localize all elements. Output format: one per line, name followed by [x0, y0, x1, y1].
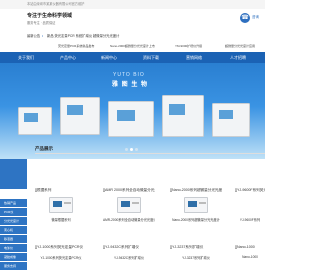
section-divider	[35, 153, 265, 154]
product-card[interactable]: []YJ-9432C系列扩增仪 YJ-9432C系列扩增仪	[103, 245, 155, 260]
product-name[interactable]: Nano-1000	[235, 255, 265, 259]
product-card[interactable]: []YJ-3237系列扩增仪 YJ-3237系列扩增仪	[170, 245, 222, 260]
banner-dot[interactable]	[125, 148, 128, 151]
product-card[interactable]: []YJ-9600F系列荧光定量PCR仪 YJ-9600F系列	[235, 188, 265, 222]
sidebar-item[interactable]: 移液器	[0, 235, 27, 244]
ticker-text[interactable]: 新品 荧光定量PCR 系统扩增仪 超微量分光光度计	[47, 31, 119, 41]
sidebar-item[interactable]: 服务支持	[0, 262, 27, 271]
product-name[interactable]: Nano-2000系列超微量分光光度计	[170, 217, 222, 222]
product-image	[181, 195, 211, 215]
phone-label[interactable]: 咨询	[252, 15, 259, 20]
product-category-sidebar: 热销产品 PCR仪 分光光度计 离心机 移液器 电泳仪 凝胶成像 服务支持	[0, 159, 27, 275]
sidebar-item[interactable]: 凝胶成像	[0, 253, 27, 262]
top-info-bar: 本站由深圳市某某仪器有限公司官方维护	[0, 0, 265, 9]
ticker-bullet: •	[42, 34, 44, 38]
news-item[interactable]: 荧光定量PCR系统新品发布	[58, 41, 94, 51]
product-caption[interactable]: []YJ-3237系列扩增仪	[170, 245, 222, 250]
product-caption[interactable]: []YJ-9600F系列荧光定量PCR仪	[235, 188, 265, 193]
product-name[interactable]: YJ-3237系列扩增仪	[170, 255, 222, 260]
sidebar-item[interactable]: 分光光度计	[0, 217, 27, 226]
product-name[interactable]: 微量根据系列	[35, 217, 87, 222]
product-caption[interactable]: []AMR 2000系列全自动微量分光光度计	[103, 188, 155, 193]
nav-item-news[interactable]: 新闻中心	[101, 52, 117, 63]
hero-banner[interactable]: YUTO BIO 雅 图 生 物	[0, 63, 265, 159]
banner-dot[interactable]	[135, 148, 138, 151]
product-name[interactable]: YJ-1000系列荧光定量PCR仪	[35, 255, 87, 260]
product-caption[interactable]: []根据系列	[35, 188, 87, 193]
nav-item-downloads[interactable]: 资料下载	[143, 52, 159, 63]
product-card[interactable]: []Nano-2000系列超微量分光光度计 Nano-2000系列超微量分光光度…	[170, 188, 222, 222]
product-card[interactable]: []根据系列 微量根据系列	[35, 188, 87, 222]
nav-item-products[interactable]: 产品中心	[60, 52, 76, 63]
top-info-text: 本站由深圳市某某仪器有限公司官方维护	[27, 2, 85, 6]
sidebar-item[interactable]: 热销产品	[0, 199, 27, 208]
site-logo-subtitle: 服务专注 · 品质保证	[27, 21, 56, 25]
product-caption[interactable]: []YJ-9432C系列扩增仪	[103, 245, 155, 250]
product-card[interactable]: []AMR 2000系列全自动微量分光光度计 AMR-2000系列全自动微量分光…	[103, 188, 155, 222]
news-item[interactable]: YM-9000扩增仪升级	[175, 41, 202, 51]
ticker-label: 最新公告	[27, 34, 41, 38]
product-name[interactable]: AMR-2000系列全自动微量分光光度计	[103, 217, 155, 222]
site-header: 专注于生命科学领域 服务专注 · 品质保证 ☎ 咨询	[0, 9, 265, 31]
product-name[interactable]: YJ-9600F系列	[235, 217, 265, 222]
banner-title-cn: 雅 图 生 物	[112, 82, 149, 88]
product-caption[interactable]: []YJ-1000系列荧光定量PCR仪	[35, 245, 87, 250]
product-name[interactable]: YJ-9432C系列扩增仪	[103, 255, 155, 260]
main-nav: 关于我们 产品中心 新闻中心 资料下载 营销网络 人才招聘	[0, 52, 265, 63]
product-image	[114, 195, 144, 215]
banner-device-image	[18, 107, 52, 135]
page: 本站由深圳市某某仪器有限公司官方维护 专注于生命科学领域 服务专注 · 品质保证…	[0, 0, 265, 275]
product-caption[interactable]: []Nano-2000系列超微量分光光度计	[170, 188, 222, 193]
nav-item-careers[interactable]: 人才招聘	[230, 52, 246, 63]
product-image	[46, 195, 76, 215]
banner-title-en: YUTO BIO	[113, 72, 145, 78]
section-title: 产品展示	[35, 146, 53, 151]
phone-icon: ☎	[240, 13, 250, 23]
banner-device-image	[108, 101, 154, 137]
news-item[interactable]: Nano-2000超微量分光光度计上市	[110, 41, 155, 51]
product-card[interactable]: []Nano-1000 Nano-1000	[235, 245, 265, 259]
banner-device-image	[60, 97, 100, 135]
product-card[interactable]: []YJ-1000系列荧光定量PCR仪 YJ-1000系列荧光定量PCR仪	[35, 245, 87, 260]
nav-item-about[interactable]: 关于我们	[18, 52, 34, 63]
banner-device-image	[212, 103, 250, 137]
news-item[interactable]: 超微量分光光度计应用	[225, 41, 255, 51]
nav-item-network[interactable]: 营销网络	[186, 52, 202, 63]
news-strip: 荧光定量PCR系统新品发布 Nano-2000超微量分光光度计上市 YM-900…	[0, 41, 265, 51]
site-logo-text[interactable]: 专注于生命科学领域	[27, 12, 72, 19]
banner-device-image	[162, 95, 204, 137]
sidebar-item[interactable]: 电泳仪	[0, 244, 27, 253]
banner-dot-active[interactable]	[130, 148, 133, 151]
product-caption[interactable]: []Nano-1000	[235, 245, 265, 250]
sidebar-header-block	[0, 159, 27, 189]
sidebar-item[interactable]: 离心机	[0, 226, 27, 235]
sidebar-item[interactable]: PCR仪	[0, 208, 27, 217]
announcement-ticker: 最新公告 • 新品 荧光定量PCR 系统扩增仪 超微量分光光度计	[0, 31, 265, 41]
